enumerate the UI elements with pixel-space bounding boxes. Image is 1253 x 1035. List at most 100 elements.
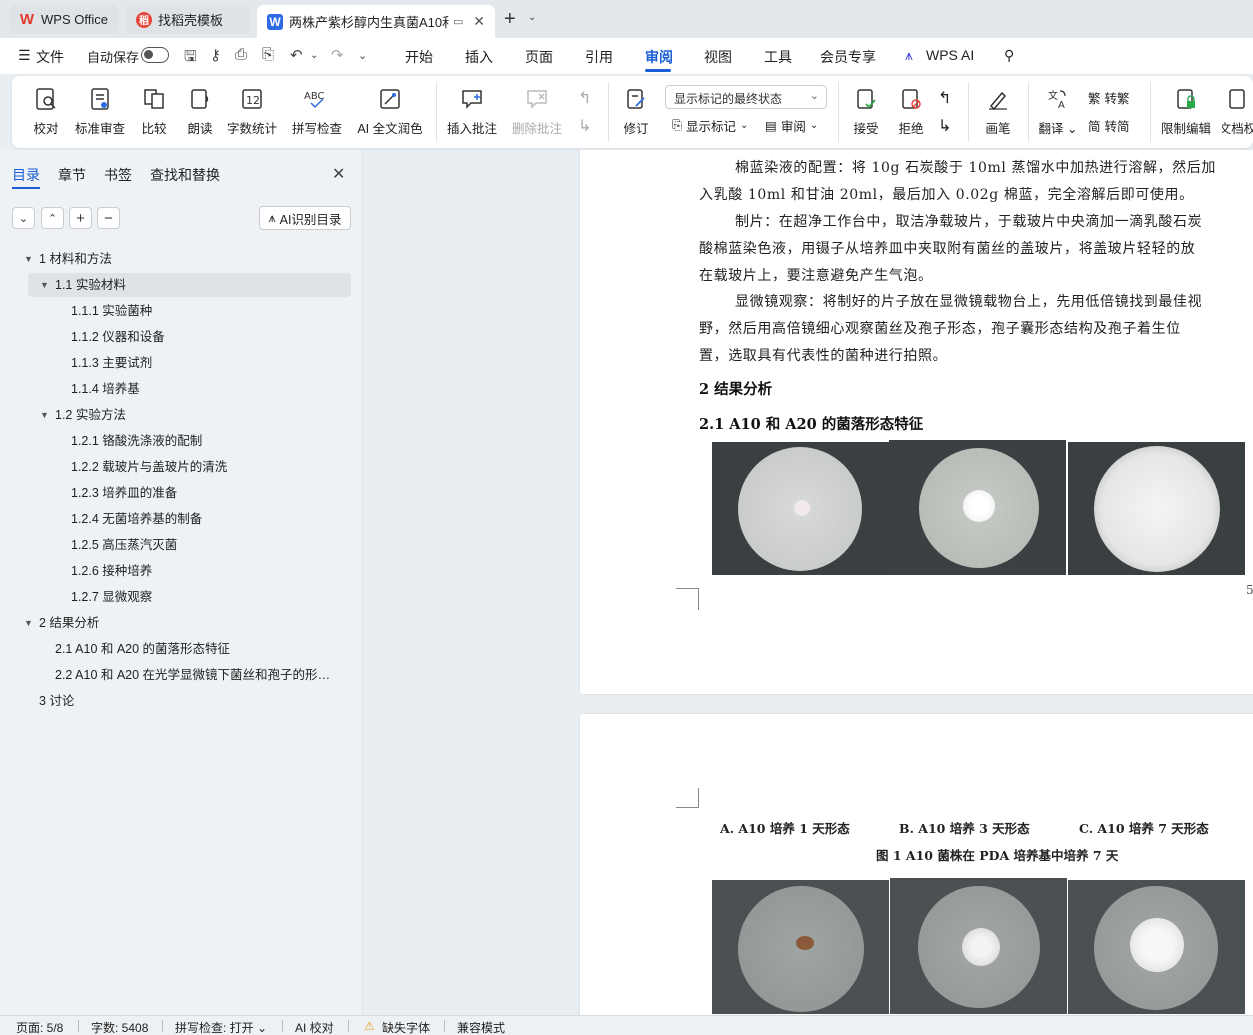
menu-review[interactable]: 审阅 (645, 47, 673, 67)
collapse-down-button[interactable]: ⌄ (12, 207, 35, 229)
paragraph-line: 在载玻片上，要注意避免产生气泡。 (699, 268, 933, 284)
search-icon[interactable]: ⚲ (1004, 47, 1014, 64)
standard-review-button[interactable]: 标准审查 (72, 76, 128, 148)
expand-triangle-icon[interactable]: ▼ (40, 273, 49, 297)
traditional-icon: 繁 (1088, 92, 1101, 106)
toc-item[interactable] (0, 377, 340, 401)
undo-icon[interactable]: ↶ (290, 46, 303, 64)
toc-item-label: 1.2.1 铬酸洗涤液的配制 (71, 434, 203, 448)
restrict-edit-button[interactable]: 限制编辑 (1160, 76, 1212, 148)
close-tab-icon[interactable]: ✕ (473, 13, 485, 30)
markup-mode-select[interactable]: 显示标记的最终状态 ⌄ (665, 85, 827, 109)
divider (162, 1020, 163, 1032)
colony (796, 936, 814, 950)
toc-item[interactable] (0, 351, 340, 375)
expand-triangle-icon[interactable]: ▼ (40, 403, 49, 427)
autosave-toggle[interactable] (141, 47, 169, 63)
menu-tools[interactable]: 工具 (764, 47, 792, 67)
print-preview-icon[interactable]: ⎘ (262, 46, 274, 63)
ai-toc-button[interactable]: ⩚ AI识别目录 (259, 206, 351, 230)
to-simplified-button[interactable]: 简 转简 (1088, 116, 1130, 135)
tab-find-replace[interactable]: 查找和替换 (150, 165, 220, 185)
paragraph-line: 酸棉蓝染色液，用镊子从培养皿中夹取附有菌丝的盖玻片，将盖玻片轻轻的放 (699, 241, 1196, 257)
track-changes-button[interactable]: 修订 (616, 76, 656, 148)
collapse-up-button[interactable]: ⌃ (41, 207, 64, 229)
menu-reference[interactable]: 引用 (585, 47, 613, 67)
expand-triangle-icon[interactable]: ▼ (24, 611, 33, 635)
menu-page[interactable]: 页面 (525, 47, 553, 67)
menu-wps-ai[interactable]: WPS AI (926, 47, 974, 63)
tab-chapters[interactable]: 章节 (58, 165, 86, 185)
delete-comment-button[interactable]: 删除批注 (506, 76, 568, 148)
toc-item[interactable] (0, 403, 340, 427)
monitor-icon[interactable]: ▭ (453, 15, 463, 28)
menu-insert[interactable]: 插入 (465, 47, 493, 67)
spell-check-button[interactable]: ABC 拼写检查 (288, 76, 346, 148)
to-traditional-label: 转繁 (1104, 92, 1130, 106)
toc-item[interactable] (0, 559, 340, 583)
toc-item[interactable] (0, 299, 340, 323)
word-count-status[interactable]: 字数: 5408 (91, 1019, 148, 1035)
ai-polish-button[interactable]: AI 全文润色 (356, 76, 424, 148)
hamburger-menu-icon[interactable]: ☰ (18, 47, 31, 64)
save-icon[interactable]: 🖫 (184, 46, 197, 71)
to-traditional-button[interactable]: 繁 转繁 (1088, 88, 1130, 107)
redo-icon[interactable]: ↷ (331, 46, 344, 64)
toc-item[interactable] (0, 325, 340, 349)
compare-button[interactable]: 比较 (134, 76, 174, 148)
menu-view[interactable]: 视图 (704, 47, 732, 67)
undo-dropdown-icon[interactable]: ⌄ (310, 50, 318, 61)
chevron-down-icon[interactable]: ⌄ (528, 12, 536, 23)
next-comment-icon[interactable]: ↳ (578, 116, 591, 136)
menu-start[interactable]: 开始 (405, 47, 433, 67)
tab-wps-office[interactable]: W WPS Office (9, 5, 119, 34)
doc-permission-button[interactable]: 文档权 (1222, 76, 1253, 148)
toc-item-label: 1 材料和方法 (39, 252, 112, 266)
ai-proofread-status[interactable]: AI 校对 (295, 1019, 334, 1035)
tab-label: 找稻壳模板 (158, 13, 224, 28)
menu-member[interactable]: 会员专享 (820, 47, 876, 67)
previous-comment-icon[interactable]: ↰ (578, 88, 591, 108)
file-menu[interactable]: 文件 (36, 47, 64, 67)
read-aloud-button[interactable]: 朗读 (184, 76, 216, 148)
tab-docer-templates[interactable]: 稻 找稻壳模板 (126, 5, 250, 34)
page-indicator[interactable]: 页面: 5/8 (16, 1019, 63, 1035)
print-icon[interactable]: ⎙ (235, 46, 247, 63)
toc-item[interactable] (0, 585, 340, 609)
document-page: 棉蓝染液的配置：将 10g 石炭酸于 10ml 蒸馏水中加热进行溶解，然后加 入… (580, 150, 1253, 694)
new-tab-plus-icon[interactable]: + (504, 8, 516, 31)
minus-icon: − (104, 209, 113, 227)
pen-button[interactable]: 画笔 (978, 76, 1018, 148)
toc-item-label: 1.1.3 主要试剂 (71, 356, 153, 370)
toc-item-label: 1.1 实验材料 (55, 278, 126, 292)
proofread-button[interactable]: 校对 (26, 76, 66, 148)
more-dropdown-icon[interactable]: ⌄ (358, 49, 367, 62)
accept-button[interactable]: 接受 (846, 76, 886, 148)
standard-review-label: 标准审查 (74, 122, 125, 136)
wps-ai-icon[interactable]: ⩚ (905, 47, 913, 64)
close-pane-icon[interactable]: ✕ (332, 164, 345, 184)
add-heading-button[interactable]: + (69, 207, 92, 229)
compat-mode-status[interactable]: 兼容模式 (457, 1019, 505, 1035)
petri-dish-photo (890, 878, 1067, 1014)
tab-document[interactable]: W 两株产紫杉醇内生真菌A10和A ▭ ✕ (257, 5, 495, 38)
show-markup-button[interactable]: ⎘ 显示标记 ⌄ (672, 116, 748, 135)
spell-check-status[interactable]: 拼写检查: 打开 ⌄ (175, 1019, 267, 1035)
missing-font-status[interactable]: 缺失字体 (382, 1019, 430, 1035)
divider (444, 1020, 445, 1032)
tab-toc[interactable]: 目录 (12, 165, 40, 185)
expand-triangle-icon[interactable]: ▼ (24, 247, 33, 271)
review-pane-button[interactable]: ▤ 审阅 ⌄ (765, 116, 818, 135)
translate-button[interactable]: 文A 翻译 ⌄ (1038, 76, 1078, 148)
next-change-icon[interactable]: ↳ (938, 116, 951, 136)
colony (1130, 918, 1184, 972)
link-icon[interactable]: ⚷ (210, 46, 221, 64)
toc-item-label: 1.2.6 接种培养 (71, 564, 153, 578)
insert-comment-button[interactable]: 插入批注 (446, 76, 498, 148)
reject-button[interactable]: 拒绝 (891, 76, 931, 148)
remove-heading-button[interactable]: − (97, 207, 120, 229)
tab-bookmarks[interactable]: 书签 (104, 165, 132, 185)
previous-change-icon[interactable]: ↰ (938, 88, 951, 108)
word-count-button[interactable]: 12 字数统计 (226, 76, 278, 148)
warning-icon: ⚠ (364, 1019, 375, 1033)
